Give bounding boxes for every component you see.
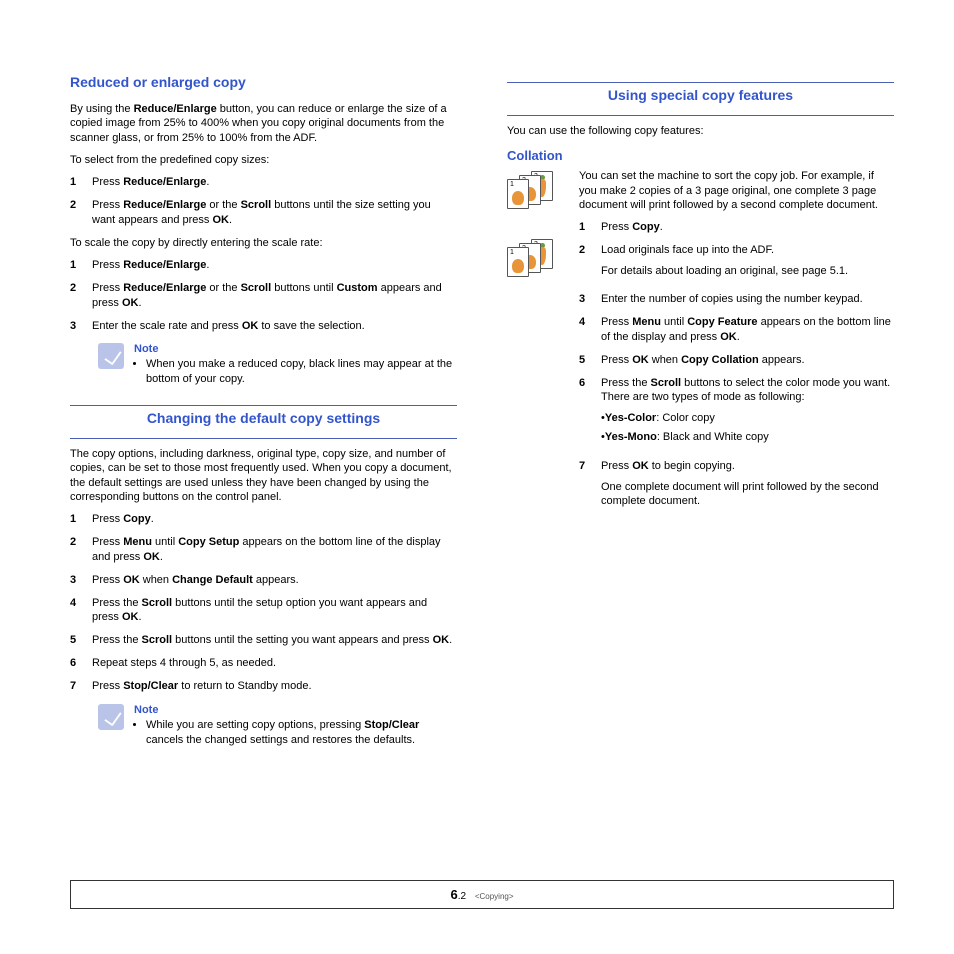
heading-reduced-enlarged: Reduced or enlarged copy [70,74,457,90]
step-item: 5Press OK when Copy Collation appears. [579,353,894,368]
intro-text: By using the Reduce/Enlarge button, you … [70,102,457,145]
scale-text: To scale the copy by directly entering t… [70,236,457,250]
steps-default: 1Press Copy. 2Press Menu until Copy Setup… [70,512,457,694]
note-title: Note [134,704,457,716]
note-text: While you are setting copy options, pres… [146,718,457,748]
collation-section: 3 2 1 3 2 1 You can set the machine to s… [507,169,894,522]
step-item: 2Press Reduce/Enlarge or the Scroll butt… [70,281,457,311]
step-item: 7Press Stop/Clear to return to Standby m… [70,679,457,694]
steps-scale: 1Press Reduce/Enlarge. 2Press Reduce/Enla… [70,258,457,333]
note-title: Note [134,343,457,355]
note-body: Note While you are setting copy options,… [134,704,457,750]
select-text: To select from the predefined copy sizes… [70,153,457,167]
step-item: 4Press the Scroll buttons until the setu… [70,596,457,626]
note-icon [98,704,124,730]
section-rule [70,405,457,406]
page-body: Reduced or enlarged copy By using the Re… [0,0,954,880]
page-stack-icon: 3 2 1 [507,171,559,213]
step-item: 1Press Copy. [579,220,894,235]
step-item: 1Press Copy. [70,512,457,527]
step-item: 4Press Menu until Copy Feature appears o… [579,315,894,345]
step-item: 2Load originals face up into the ADF.For… [579,243,894,284]
collation-desc: You can set the machine to sort the copy… [579,169,894,212]
step-item: 3Enter the scale rate and press OK to sa… [70,319,457,334]
steps-predefined: 1Press Reduce/Enlarge. 2Press Reduce/Enla… [70,175,457,228]
footer-page: .2 [458,891,466,902]
page-stack-icon: 3 2 1 [507,239,559,281]
section-rule [507,115,894,116]
note-block-2: Note While you are setting copy options,… [98,704,457,750]
note-text: When you make a reduced copy, black line… [146,357,457,387]
footer-chapter: 6 [450,887,457,902]
right-column: Using special copy features You can use … [507,70,894,860]
heading-special-features: Using special copy features [507,87,894,103]
note-block-1: Note When you make a reduced copy, black… [98,343,457,389]
step-item: 5Press the Scroll buttons until the sett… [70,633,457,648]
subheading-collation: Collation [507,148,894,163]
section-rule [507,82,894,83]
step-item: 1Press Reduce/Enlarge. [70,175,457,190]
footer-label: <Copying> [475,892,514,901]
note-body: Note When you make a reduced copy, black… [134,343,457,389]
steps-collation: 1Press Copy. 2Load originals face up into… [579,220,894,514]
note-icon [98,343,124,369]
left-column: Reduced or enlarged copy By using the Re… [70,70,457,860]
step-item: 2Press Menu until Copy Setup appears on … [70,535,457,565]
special-intro: You can use the following copy features: [507,124,894,138]
default-intro: The copy options, including darkness, or… [70,447,457,504]
step-item: 7Press OK to begin copying.One complete … [579,459,894,514]
step-item: 2Press Reduce/Enlarge or the Scroll butt… [70,198,457,228]
section-rule [70,438,457,439]
collation-icons: 3 2 1 3 2 1 [507,169,565,522]
step-item: 3Enter the number of copies using the nu… [579,292,894,307]
heading-default-settings: Changing the default copy settings [70,410,457,426]
step-item: 6Repeat steps 4 through 5, as needed. [70,656,457,671]
step-item: 1Press Reduce/Enlarge. [70,258,457,273]
step-item: 6Press the Scroll buttons to select the … [579,376,894,451]
page-footer: 6.2 <Copying> [70,880,894,909]
step-item: 3Press OK when Change Default appears. [70,573,457,588]
collation-content: You can set the machine to sort the copy… [579,169,894,522]
